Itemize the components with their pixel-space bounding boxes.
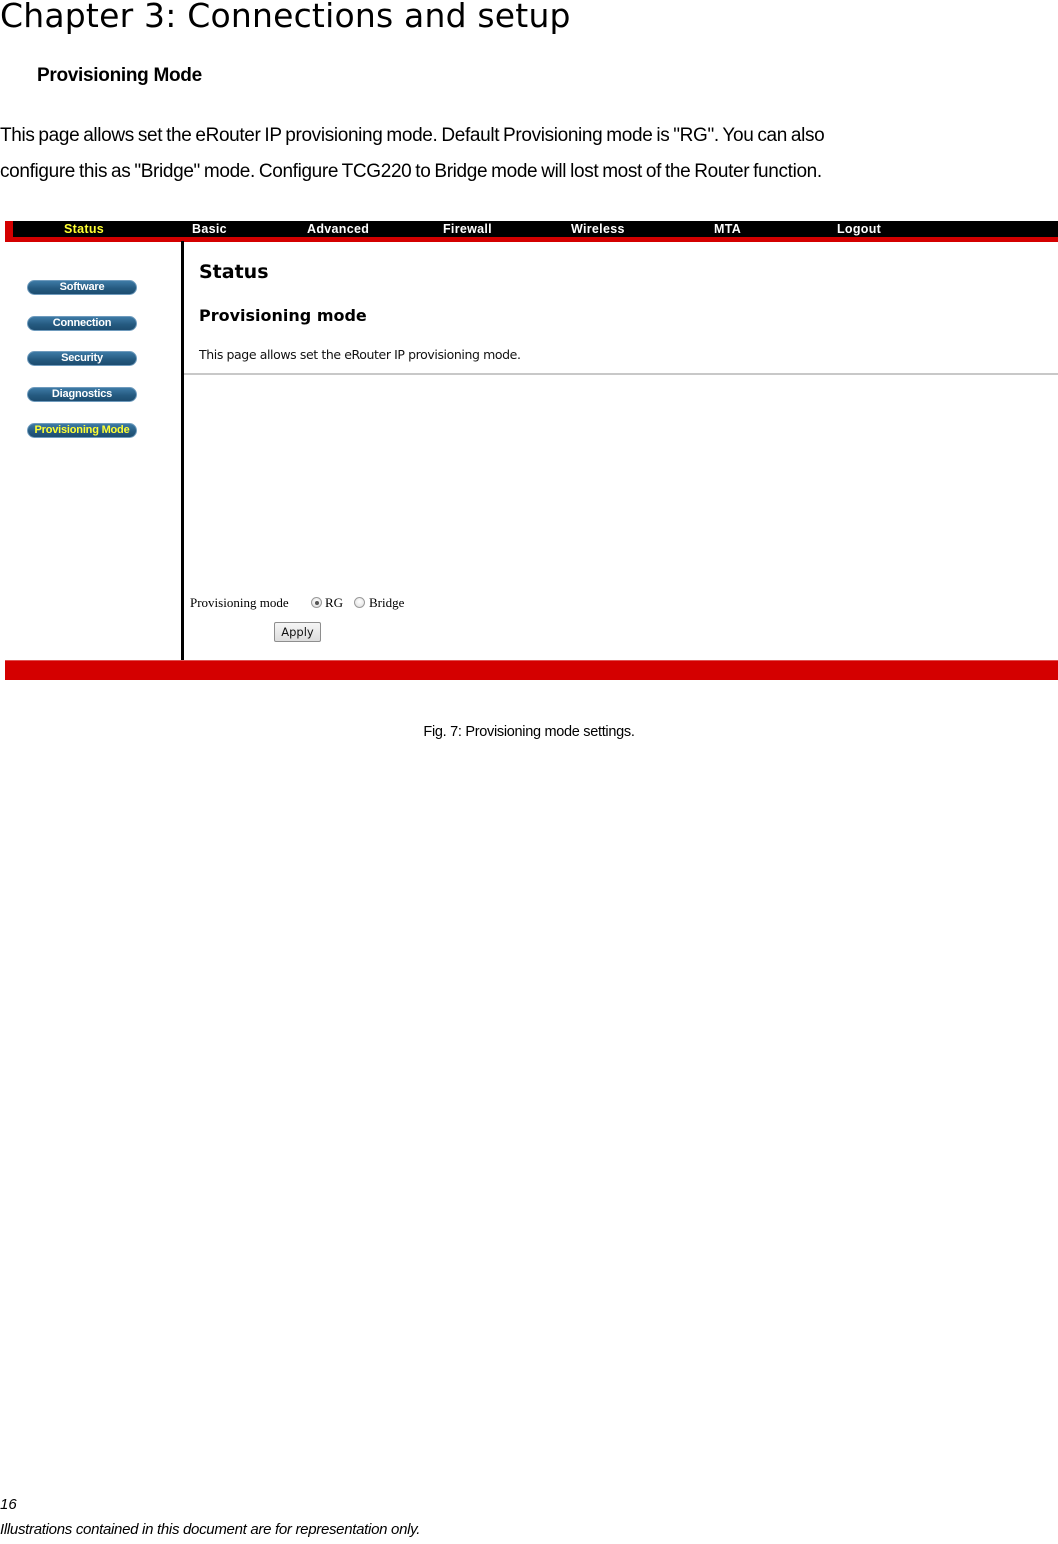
nav-item-firewall[interactable]: Firewall: [443, 222, 492, 236]
nav-item-status[interactable]: Status: [64, 222, 104, 236]
sidebar-item-software[interactable]: Software: [27, 280, 137, 295]
content-subtitle: Provisioning mode: [199, 306, 367, 325]
figure-caption: Fig. 7: Provisioning mode settings.: [423, 724, 635, 740]
body-paragraph: This page allows set the eRouter IP prov…: [0, 118, 1058, 190]
nav-red-strip: [5, 237, 1058, 242]
body-line: This page allows set the eRouter IP prov…: [0, 125, 825, 146]
radio-rg[interactable]: [311, 597, 322, 608]
radio-rg-label[interactable]: RG: [325, 595, 343, 611]
sidebar-item-connection[interactable]: Connection: [27, 316, 137, 331]
chapter-title: Chapter 3: Connections and setup: [0, 0, 571, 35]
nav-item-wireless[interactable]: Wireless: [571, 222, 625, 236]
nav-item-logout[interactable]: Logout: [837, 222, 881, 236]
sidebar-item-security[interactable]: Security: [27, 351, 137, 366]
top-nav-bar: [5, 221, 1058, 237]
content-description: This page allows set the eRouter IP prov…: [199, 347, 521, 362]
nav-item-basic[interactable]: Basic: [192, 222, 227, 236]
router-ui-screenshot: Status Basic Advanced Firewall Wireless …: [5, 221, 1058, 680]
body-line: configure this as "Bridge" mode. Configu…: [0, 161, 822, 182]
radio-bridge[interactable]: [354, 597, 365, 608]
content-separator: [184, 373, 1058, 375]
footer-red-bar: [5, 660, 1058, 680]
sidebar-item-diagnostics[interactable]: Diagnostics: [27, 387, 137, 402]
provisioning-mode-label: Provisioning mode: [190, 595, 289, 610]
page-number: 16: [0, 1496, 17, 1513]
content-title: Status: [199, 261, 269, 283]
radio-bridge-label[interactable]: Bridge: [369, 595, 404, 611]
section-heading: Provisioning Mode: [37, 65, 202, 86]
nav-item-mta[interactable]: MTA: [714, 222, 741, 236]
sidebar-item-provisioning-mode[interactable]: Provisioning Mode: [27, 423, 137, 438]
footer-disclaimer: Illustrations contained in this document…: [0, 1521, 421, 1538]
sidebar-divider: [181, 241, 184, 661]
apply-button[interactable]: Apply: [274, 622, 321, 642]
nav-item-advanced[interactable]: Advanced: [307, 222, 369, 236]
